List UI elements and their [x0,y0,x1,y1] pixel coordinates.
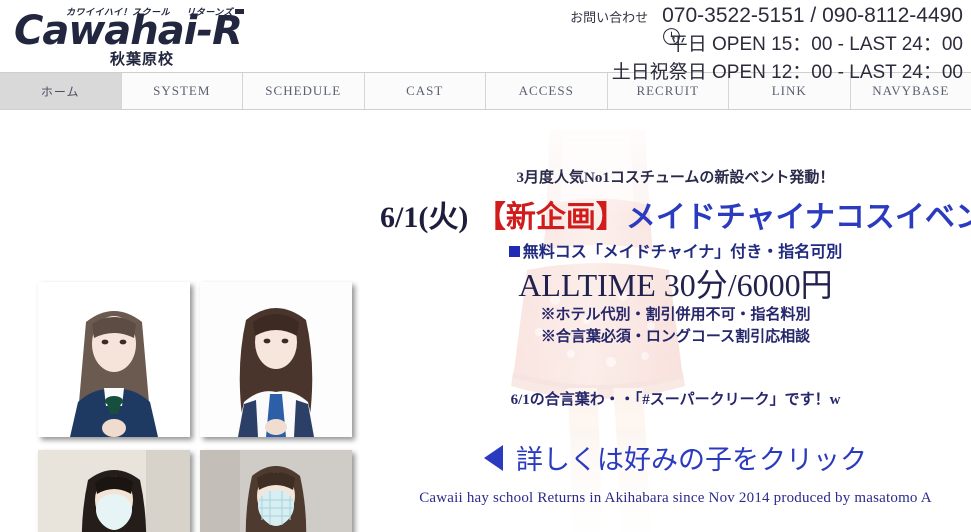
cast-photo-2-image [200,282,352,437]
clock-icon [662,27,681,46]
promo-note-1: ※ホテル代別・割引併用不可・指名料別 [380,304,971,326]
promo-free-costume-text: 無料コス「メイドチャイナ」付き・指名可別 [523,244,843,261]
site-logo[interactable]: カワイイハイ！スクール リターンズ Cawahai-R 秋葉原校 [14,2,264,68]
promo-title-main: メイドチャイナコスイベント [626,201,971,234]
promo-price: ALLTIME 30分/6000円 [380,260,971,306]
promo-title-new-badge: 【新企画】 [476,201,626,234]
cast-photo-3-image [38,450,190,532]
nav-item-schedule[interactable]: SCHEDULE [243,73,365,109]
phone-numbers[interactable]: 070-3522-5151 / 090-8112-4490 [662,4,963,28]
triangle-left-icon [484,445,503,471]
nav-item-home[interactable]: ホーム [0,73,122,109]
promo-click-prompt[interactable]: 詳しくは好みの子をクリック [380,438,971,477]
cast-photo-4[interactable] [200,450,352,532]
promo-text-block: 3月度人気No1コスチュームの新設ベント発動！ 6/1(火) 【新企画】メイドチ… [380,110,971,532]
promo-title-date: 6/1(火) [380,201,476,234]
site-header: カワイイハイ！スクール リターンズ Cawahai-R 秋葉原校 お問い合わせ … [0,0,971,72]
contact-phone-row: お問い合わせ 070-3522-5151 / 090-8112-4490 [570,4,963,28]
promo-click-prompt-text: 詳しくは好みの子をクリック [516,438,867,477]
contact-label: お問い合わせ [570,7,648,26]
cast-photo-row-top [38,282,358,437]
cast-photo-3[interactable] [38,450,190,532]
main-content: 3月度人気No1コスチュームの新設ベント発動！ 6/1(火) 【新企画】メイドチ… [0,110,971,532]
clock-icon-holder [662,27,681,51]
cast-photo-grid [38,282,358,532]
hours-weekday-row: 平日 OPEN 15：00 - LAST 24：00 [570,29,963,56]
promo-notes: ※ホテル代別・割引併用不可・指名料別 ※合言葉必須・ロングコース割引応相談 [380,304,971,348]
nav-item-cast[interactable]: CAST [365,73,487,109]
promo-footer-tagline: Cawaii hay school Returns in Akihabara s… [380,490,971,507]
square-bullet-icon [509,246,520,257]
nav-item-system[interactable]: SYSTEM [122,73,244,109]
promo-free-costume-line: 無料コス「メイドチャイナ」付き・指名可別 [380,238,971,262]
hours-weekend-row: 土日祝祭日 OPEN 12：00 - LAST 24：00 [570,57,963,84]
promo-note-2: ※合言葉必須・ロングコース割引応相談 [380,326,971,348]
contact-block: お問い合わせ 070-3522-5151 / 090-8112-4490 平日 … [570,4,963,84]
cast-photo-row-bottom [38,450,358,532]
promo-password-line: 6/1の合言葉わ・・「#スーパークリーク」です！w [380,388,971,409]
cast-photo-2[interactable] [200,282,352,437]
cast-photo-4-image [200,450,352,532]
cast-photo-1[interactable] [38,282,190,437]
hours-weekday: 平日 OPEN 15：00 - LAST 24：00 [669,29,963,56]
logo-branch-name: 秋葉原校 [110,48,174,69]
promo-title: 6/1(火) 【新企画】メイドチャイナコスイベント [380,192,971,236]
promo-subheading: 3月度人気No1コスチュームの新設ベント発動！ [380,166,971,187]
hours-weekend: 土日祝祭日 OPEN 12：00 - LAST 24：00 [612,57,963,84]
cast-photo-1-image [38,282,190,437]
